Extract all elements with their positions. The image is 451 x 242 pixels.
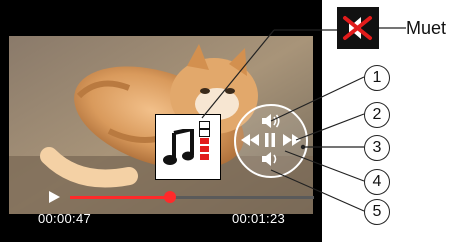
progress-fill xyxy=(70,196,171,199)
music-note-icon xyxy=(163,129,194,165)
volume-bar xyxy=(200,154,209,160)
rewind-icon[interactable] xyxy=(241,134,259,146)
callout-3: 3 xyxy=(364,135,390,161)
total-time: 00:01:23 xyxy=(232,211,286,226)
progress-bar[interactable] xyxy=(70,191,314,203)
volume-bar xyxy=(199,121,210,129)
callout-5: 5 xyxy=(364,199,390,225)
audio-volume-panel xyxy=(155,114,221,180)
mute-label: Muet xyxy=(406,18,447,38)
progress-thumb[interactable] xyxy=(164,191,177,203)
callout-4: 4 xyxy=(364,169,390,195)
volume-bar xyxy=(199,129,210,137)
volume-level-bars xyxy=(199,121,210,162)
volume-up-icon[interactable] xyxy=(261,114,281,128)
speaker-muted-icon xyxy=(337,7,379,49)
video-player-screen: 00:00:47 00:01:23 xyxy=(0,0,322,242)
callout-1: 1 xyxy=(364,65,390,91)
elapsed-time: 00:00:47 xyxy=(38,211,92,226)
playback-progress-row xyxy=(0,186,322,208)
playback-controls-ring xyxy=(234,104,308,178)
volume-down-icon[interactable] xyxy=(261,152,277,166)
volume-bar xyxy=(200,138,209,144)
play-icon[interactable] xyxy=(46,189,62,205)
pause-icon[interactable] xyxy=(264,133,276,147)
callout-2: 2 xyxy=(364,102,390,128)
volume-bar xyxy=(200,146,209,152)
fast-forward-icon[interactable] xyxy=(283,134,301,146)
